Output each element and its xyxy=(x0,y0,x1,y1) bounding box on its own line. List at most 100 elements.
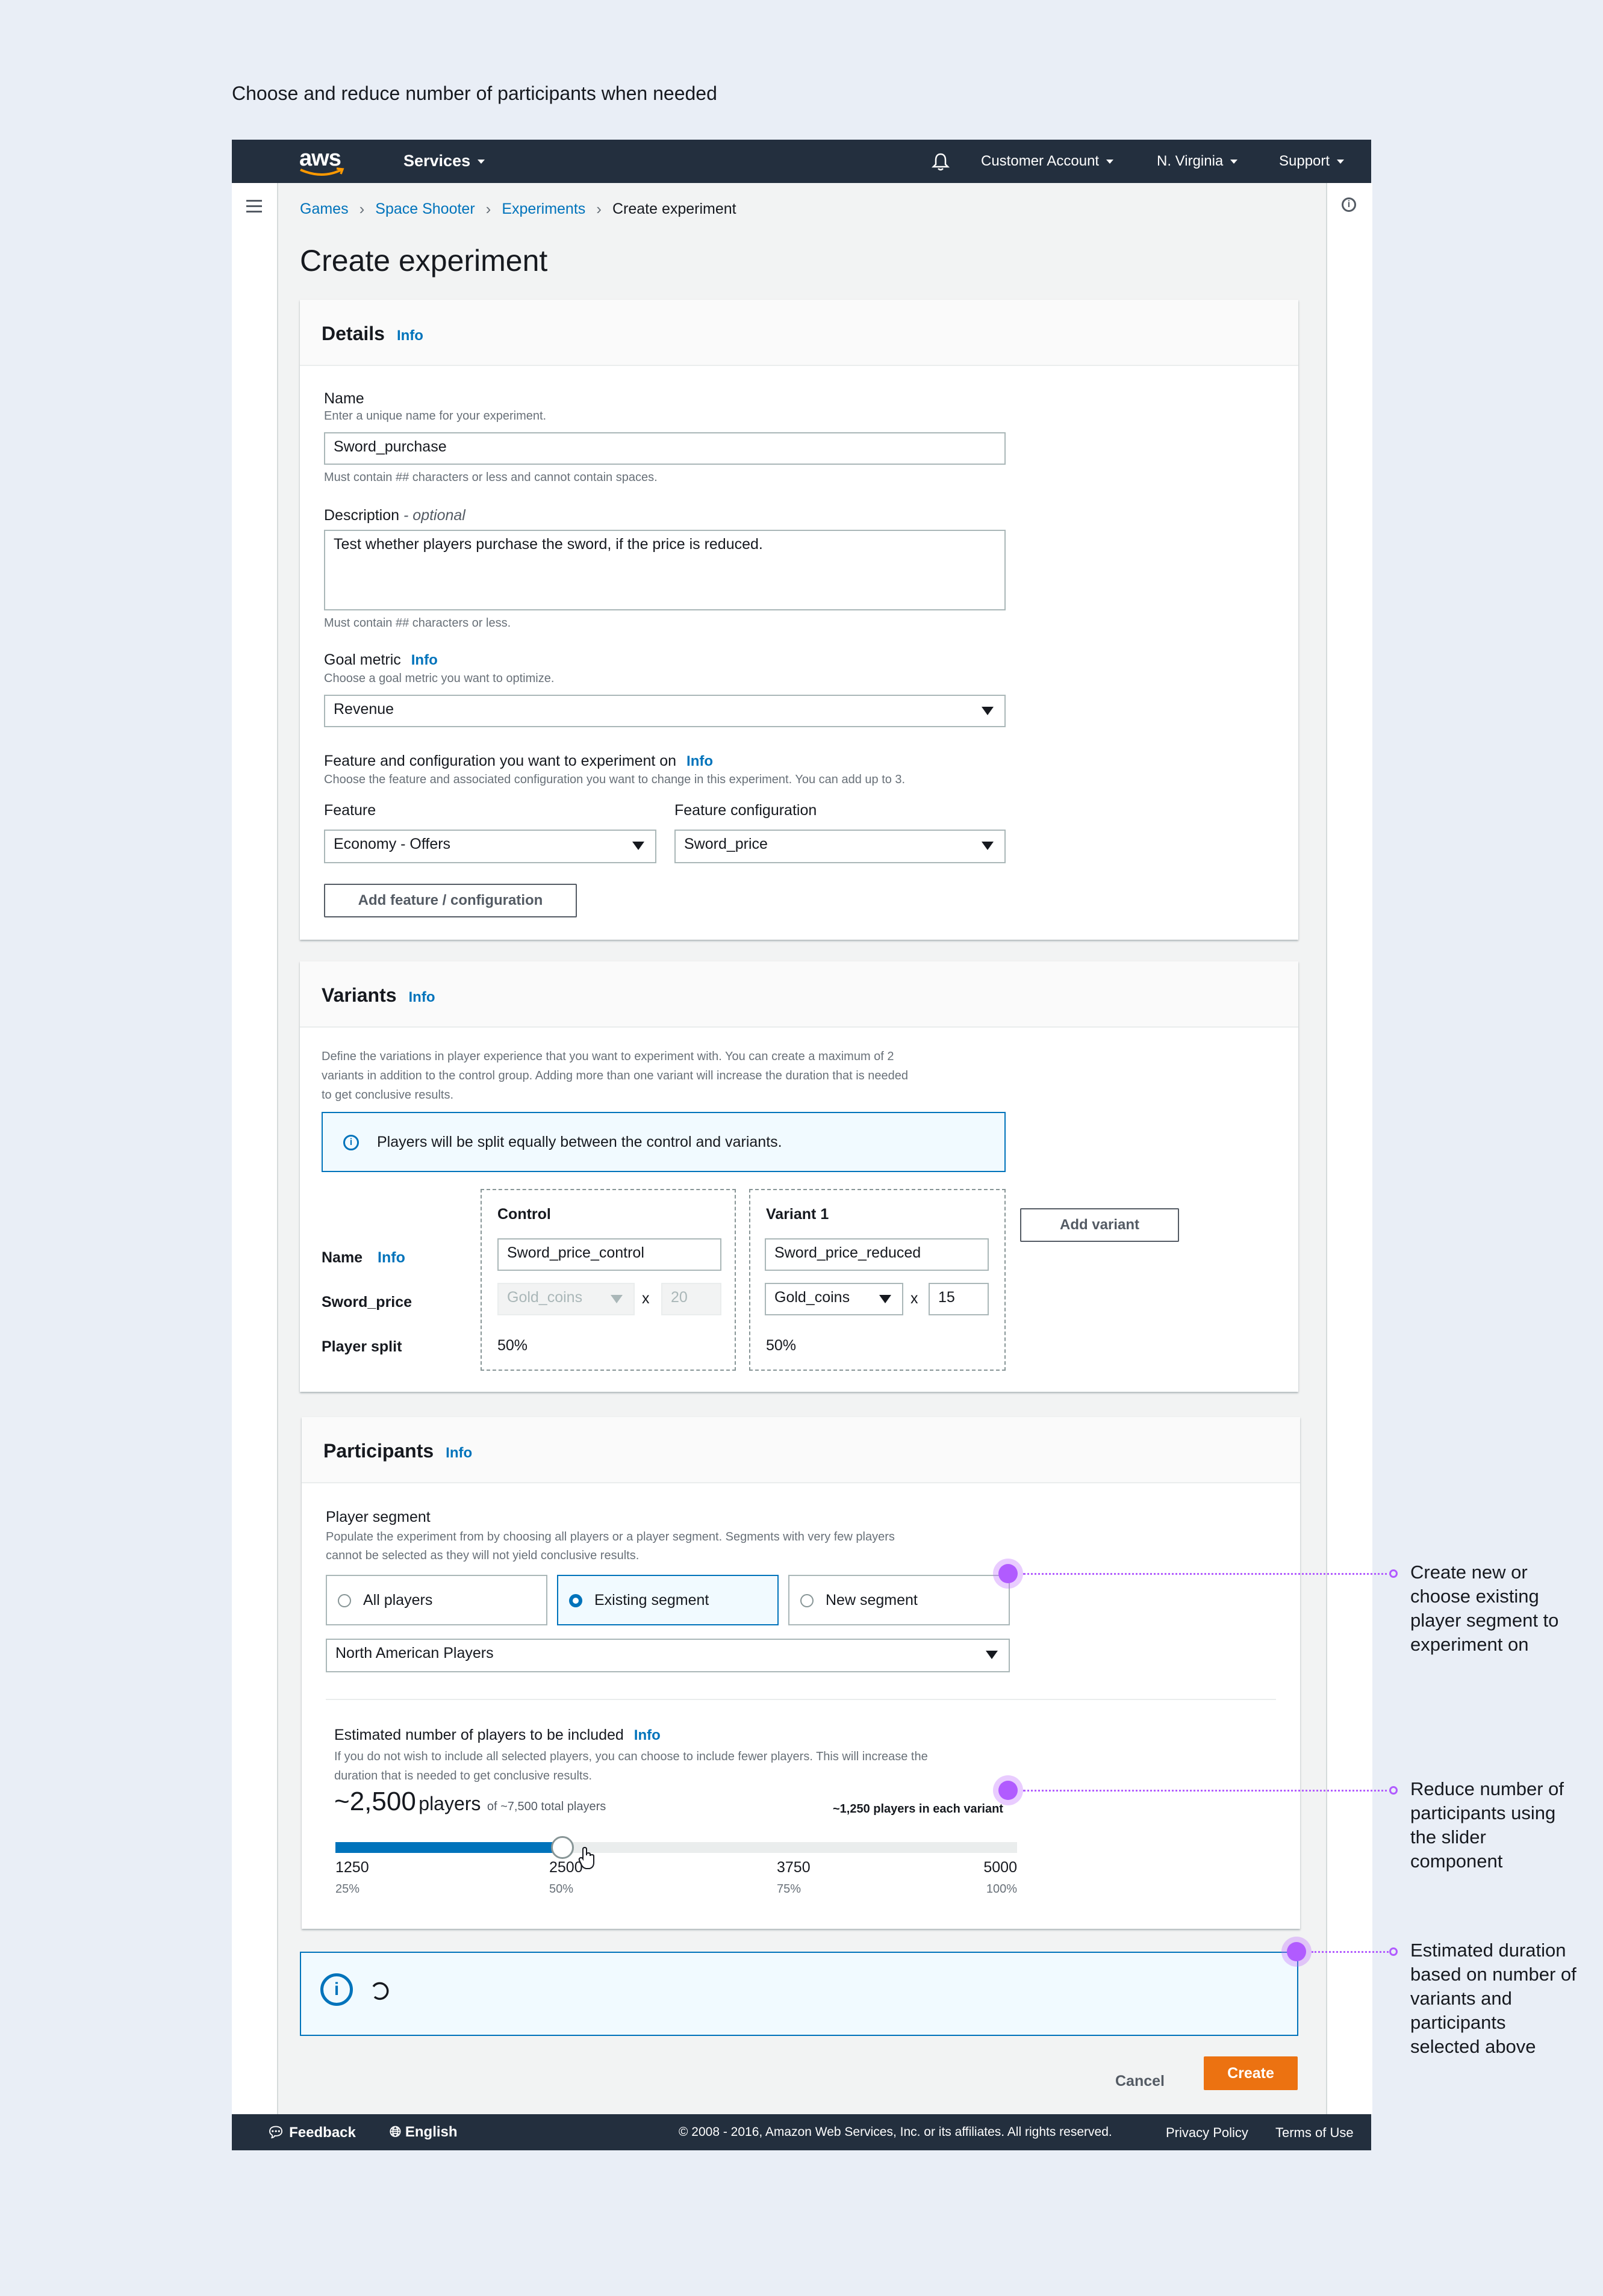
segment-select[interactable]: North American Players xyxy=(326,1639,1010,1672)
goal-metric-info-link[interactable]: Info xyxy=(411,652,438,668)
participants-info-link[interactable]: Info xyxy=(446,1445,472,1461)
details-title: Details xyxy=(322,323,385,344)
caret-down-icon xyxy=(982,842,994,850)
region-menu[interactable]: N. Virginia xyxy=(1157,153,1238,170)
right-help-panel: i xyxy=(1326,183,1372,2114)
variants-description: Define the variations in player experien… xyxy=(322,1050,908,1102)
name-input[interactable]: Sword_purchase xyxy=(324,432,1006,465)
page-caption: Choose and reduce number of participants… xyxy=(232,82,717,104)
breadcrumb-games[interactable]: Games xyxy=(300,200,349,217)
radio-new-segment[interactable] xyxy=(800,1594,814,1607)
chevron-down-icon xyxy=(478,160,485,164)
feature-section-info-link[interactable]: Info xyxy=(686,753,713,769)
estimate-info-link[interactable]: Info xyxy=(634,1727,661,1743)
annotation-slider-text: Reduce number of participants using the … xyxy=(1410,1778,1564,1872)
add-feature-configuration-button[interactable]: Add feature / configuration xyxy=(324,884,577,917)
feature-select[interactable]: Economy - Offers xyxy=(324,830,656,863)
cancel-button[interactable]: Cancel xyxy=(1115,2066,1166,2096)
feature-label: Feature xyxy=(324,802,376,819)
account-menu[interactable]: Customer Account xyxy=(981,153,1114,170)
services-menu[interactable]: Services xyxy=(403,152,485,170)
details-info-link[interactable]: Info xyxy=(397,327,423,344)
participants-panel: Participants Info Player segment Populate… xyxy=(302,1417,1300,1929)
duration-estimate-box: i xyxy=(300,1952,1298,2036)
players-per-variant: ~1,250 players in each variant xyxy=(833,1802,1003,1816)
radio-existing-segment[interactable] xyxy=(569,1594,582,1607)
feature-configuration-select[interactable]: Sword_price xyxy=(674,830,1006,863)
menu-icon[interactable] xyxy=(246,200,262,216)
option-all-players[interactable]: All players xyxy=(326,1575,547,1625)
console-window: aws Services Customer Account N. Virgini… xyxy=(232,140,1372,2150)
split-info-text: Players will be split equally between th… xyxy=(377,1134,782,1150)
aws-logo[interactable]: aws xyxy=(299,146,347,177)
breadcrumb-current: Create experiment xyxy=(612,200,736,217)
players-count: ~2,500 xyxy=(334,1787,416,1816)
globe-icon: 🌐︎ xyxy=(390,2124,402,2140)
name-label: Name xyxy=(324,390,364,407)
speech-bubble-icon: 💬︎ xyxy=(267,2124,285,2141)
control-variant-card: Control Sword_price_control Gold_coins x… xyxy=(481,1189,736,1371)
variant-1-split-value: 50% xyxy=(766,1337,797,1354)
players-total: of ~7,500 total players xyxy=(487,1800,606,1813)
create-button[interactable]: Create xyxy=(1204,2056,1298,2090)
annotation-marker-slider xyxy=(993,1775,1023,1805)
split-info-alert: i Players will be split equally between … xyxy=(322,1112,1006,1172)
control-currency-select: Gold_coins xyxy=(497,1283,635,1315)
notifications-bell-icon[interactable] xyxy=(932,152,950,171)
row-price-label: Sword_price xyxy=(322,1294,412,1311)
slider-tick-1250: 1250 25% xyxy=(335,1859,369,1896)
annotation-marker-duration xyxy=(1281,1937,1312,1967)
description-constraint: Must contain ## characters or less. xyxy=(324,616,511,630)
annotation-endpoint xyxy=(1389,1569,1398,1578)
goal-metric-select[interactable]: Revenue xyxy=(324,695,1006,727)
players-estimate: ~2,500 players of ~7,500 total players xyxy=(334,1787,606,1816)
loading-spinner-icon xyxy=(372,1982,389,2000)
annotation-duration-text: Estimated duration based on number of va… xyxy=(1410,1940,1577,2057)
feature-configuration-label: Feature configuration xyxy=(674,802,817,819)
player-segment-label: Player segment xyxy=(326,1509,431,1525)
caret-down-icon xyxy=(986,1651,998,1659)
annotation-line xyxy=(1312,1951,1392,1953)
variant-1-quantity-input[interactable]: 15 xyxy=(929,1283,989,1315)
support-menu[interactable]: Support xyxy=(1279,153,1345,170)
chevron-down-icon xyxy=(1230,160,1238,164)
variants-info-link[interactable]: Info xyxy=(409,989,435,1005)
chevron-right-icon: › xyxy=(596,200,602,218)
estimate-description: If you do not wish to include all select… xyxy=(334,1750,928,1783)
variants-panel: Variants Info Define the variations in pl… xyxy=(300,961,1298,1392)
breadcrumb: Games › Space Shooter › Experiments › Create e… xyxy=(300,200,736,219)
feedback-link[interactable]: 💬︎ Feedback xyxy=(267,2124,356,2141)
name-info-link[interactable]: Info xyxy=(378,1249,405,1266)
option-existing-segment[interactable]: Existing segment xyxy=(557,1575,779,1625)
top-navigation: aws Services Customer Account N. Virgini… xyxy=(232,140,1371,183)
info-icon[interactable]: i xyxy=(1342,197,1356,212)
chevron-right-icon: › xyxy=(359,200,365,218)
option-new-segment[interactable]: New segment xyxy=(788,1575,1010,1625)
slider-tick-5000: 5000 100% xyxy=(983,1859,1017,1896)
language-link[interactable]: 🌐︎ English xyxy=(390,2124,458,2141)
feature-section-label: Feature and configuration you want to ex… xyxy=(324,752,714,769)
page-title: Create experiment xyxy=(300,244,548,278)
aws-smile-icon xyxy=(300,167,344,176)
variant-1-currency-select[interactable]: Gold_coins xyxy=(765,1283,903,1315)
variant-1-name-input[interactable]: Sword_price_reduced xyxy=(765,1238,989,1271)
annotation-endpoint xyxy=(1389,1786,1398,1795)
slider-handle[interactable] xyxy=(551,1836,574,1859)
radio-all-players[interactable] xyxy=(338,1594,351,1607)
copyright-text: © 2008 - 2016, Amazon Web Services, Inc.… xyxy=(679,2125,1112,2139)
breadcrumb-space-shooter[interactable]: Space Shooter xyxy=(375,200,475,217)
participants-title: Participants xyxy=(323,1440,434,1462)
participants-slider[interactable] xyxy=(335,1836,1017,1869)
terms-of-use-link[interactable]: Terms of Use xyxy=(1275,2125,1354,2141)
variants-title: Variants xyxy=(322,984,397,1006)
breadcrumb-experiments[interactable]: Experiments xyxy=(502,200,585,217)
row-name-label: Name Info xyxy=(322,1249,405,1266)
caret-down-icon xyxy=(879,1295,891,1303)
control-name-input[interactable]: Sword_price_control xyxy=(497,1238,721,1271)
slider-tick-3750: 3750 75% xyxy=(777,1859,811,1896)
info-icon: i xyxy=(320,1973,353,2006)
add-variant-button[interactable]: Add variant xyxy=(1020,1208,1179,1242)
privacy-policy-link[interactable]: Privacy Policy xyxy=(1166,2125,1248,2141)
annotation-line xyxy=(1023,1573,1392,1575)
description-textarea[interactable]: Test whether players purchase the sword,… xyxy=(324,530,1006,610)
